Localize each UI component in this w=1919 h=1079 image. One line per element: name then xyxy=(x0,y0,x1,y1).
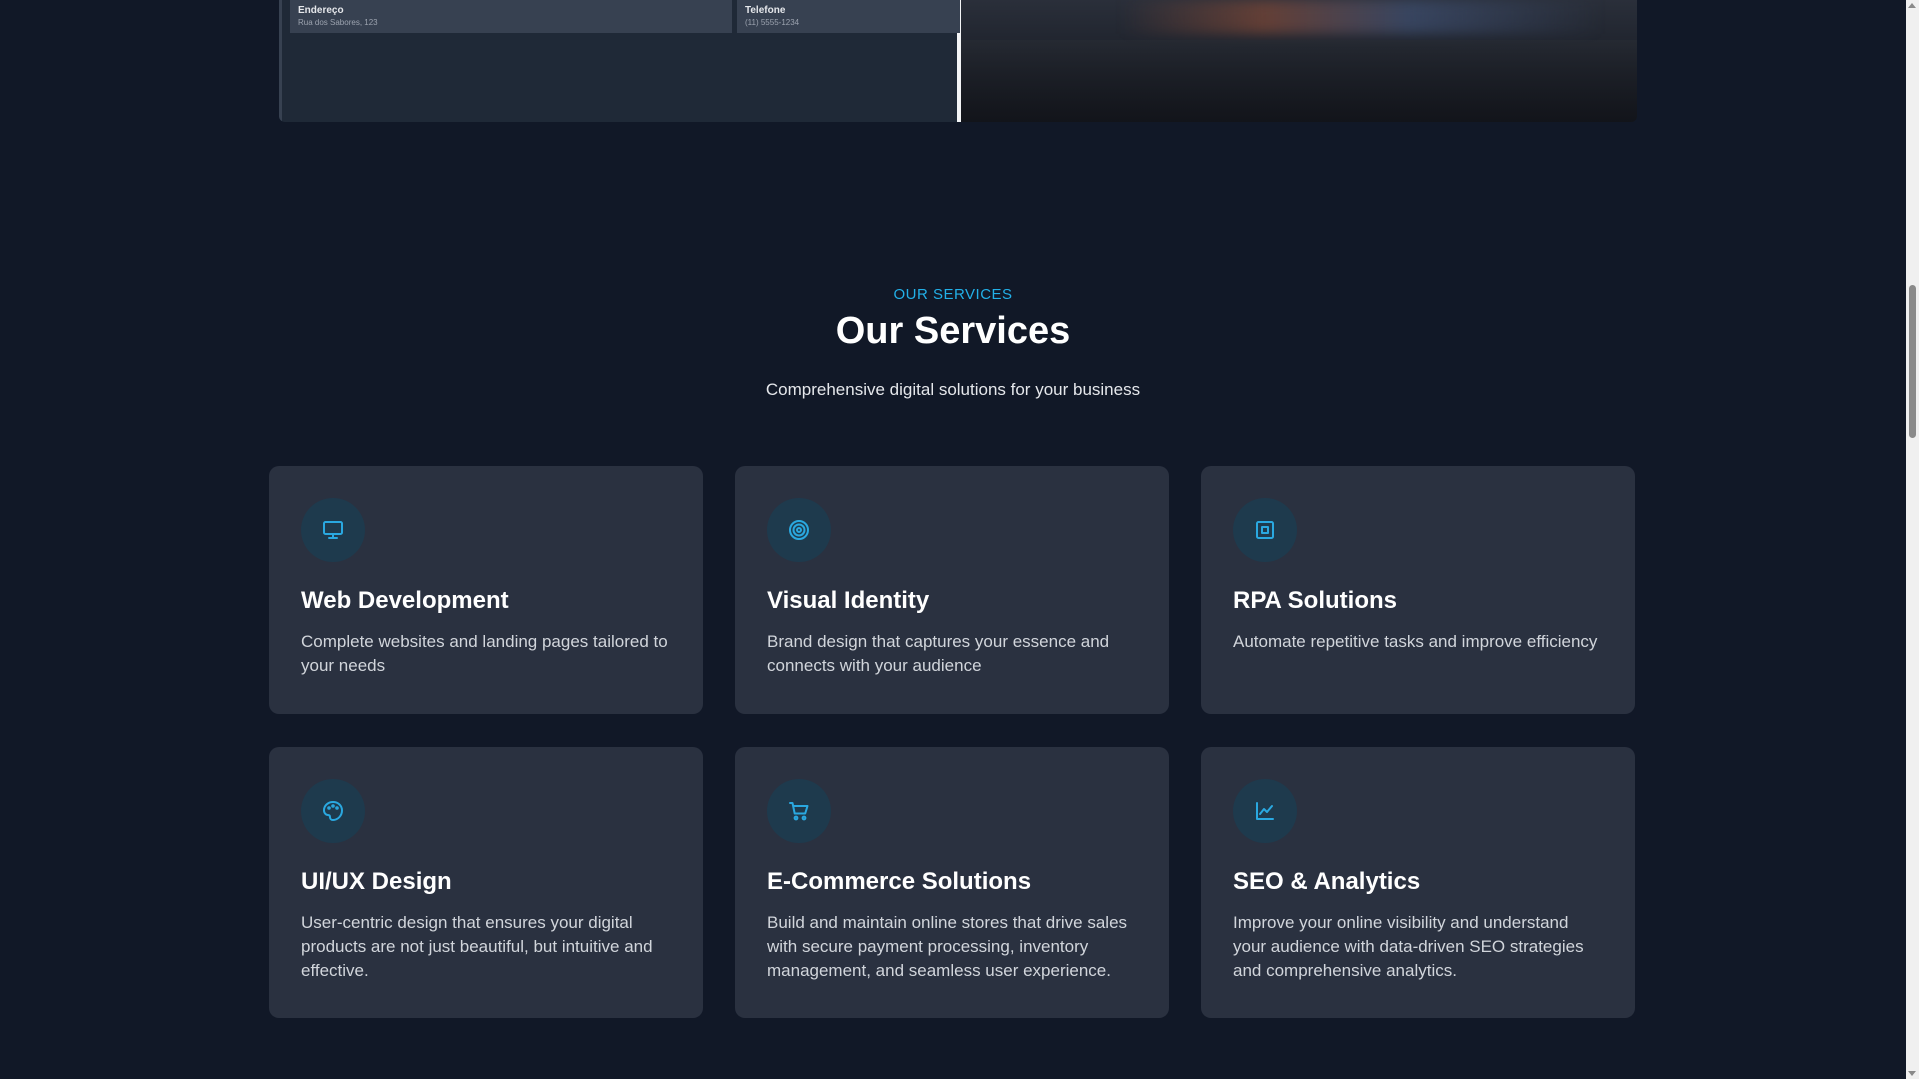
service-title: RPA Solutions xyxy=(1233,587,1397,614)
page-scrollbar[interactable] xyxy=(1906,0,1919,1079)
service-card-visual-identity[interactable]: Visual Identity Brand design that captur… xyxy=(735,466,1169,714)
service-card-e-commerce[interactable]: E-Commerce Solutions Build and maintain … xyxy=(735,747,1169,1018)
preview-phone-label: Telefone xyxy=(745,5,786,16)
service-card-seo-analytics[interactable]: SEO & Analytics Improve your online visi… xyxy=(1201,747,1635,1018)
service-description: User-centric design that ensures your di… xyxy=(301,913,653,980)
preview-address-value: Rua dos Sabores, 123 xyxy=(298,18,378,27)
service-title: Visual Identity xyxy=(767,587,930,614)
portfolio-preview-image: Endereço Rua dos Sabores, 123 Telefone (… xyxy=(279,0,1637,122)
service-title: SEO & Analytics xyxy=(1233,868,1421,895)
line-chart-icon xyxy=(1233,779,1297,843)
service-description: Build and maintain online stores that dr… xyxy=(767,913,1128,980)
service-description: Improve your online visibility and under… xyxy=(1233,913,1584,980)
service-description: Complete websites and landing pages tail… xyxy=(301,632,668,675)
service-description: Automate repetitive tasks and improve ef… xyxy=(1233,632,1598,651)
preview-photo xyxy=(961,0,1637,122)
service-title: Web Development xyxy=(301,587,509,614)
section-title: Our Services xyxy=(835,310,1071,352)
preview-form-screenshot: Endereço Rua dos Sabores, 123 Telefone (… xyxy=(279,0,960,122)
palette-icon xyxy=(301,779,365,843)
section-subtitle: Comprehensive digital solutions for your… xyxy=(765,380,1141,399)
section-eyebrow: OUR SERVICES xyxy=(893,286,1013,303)
service-title: UI/UX Design xyxy=(301,868,452,895)
service-card-ui-ux-design[interactable]: UI/UX Design User-centric design that en… xyxy=(269,747,703,1018)
scroll-down-arrow-icon[interactable] xyxy=(1908,1071,1916,1076)
preview-phone-value: (11) 5555-1234 xyxy=(745,18,800,27)
service-description: Brand design that captures your essence … xyxy=(767,632,1110,675)
service-title: E-Commerce Solutions xyxy=(767,868,1032,895)
cpu-icon xyxy=(1233,498,1297,562)
service-card-rpa-solutions[interactable]: RPA Solutions Automate repetitive tasks … xyxy=(1201,466,1635,714)
preview-phone-field: Telefone (11) 5555-1234 xyxy=(737,0,960,33)
target-icon xyxy=(767,498,831,562)
services-grid: Web Development Complete websites and la… xyxy=(269,466,1636,1018)
scroll-up-arrow-icon[interactable] xyxy=(1908,3,1916,8)
scrollbar-thumb[interactable] xyxy=(1909,285,1916,438)
monitor-icon xyxy=(301,498,365,562)
service-card-web-development[interactable]: Web Development Complete websites and la… xyxy=(269,466,703,714)
shopping-cart-icon xyxy=(767,779,831,843)
preview-address-field: Endereço Rua dos Sabores, 123 xyxy=(290,0,732,33)
preview-address-label: Endereço xyxy=(298,5,344,16)
